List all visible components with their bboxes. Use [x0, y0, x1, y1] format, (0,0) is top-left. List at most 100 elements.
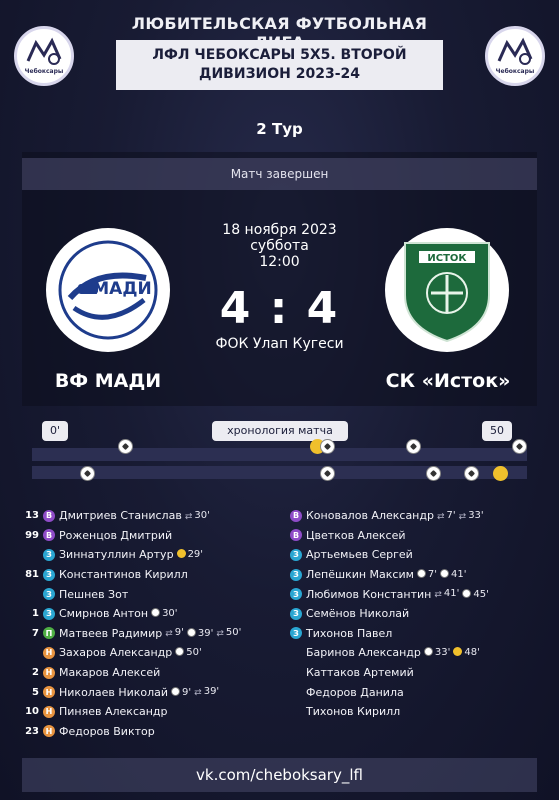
substitution-icon: ⇄ [165, 629, 173, 640]
position-badge: Н [43, 646, 55, 659]
timeline-title: хронология матча [212, 421, 348, 441]
league-logo-right: Чебоксары [485, 26, 545, 86]
home-lineup: 13 В Дмитриев Станислав ⇄ 30' 99 В Роженцов Дми… [22, 506, 292, 741]
madi-logo-text: МАДИ [92, 279, 151, 299]
away-player-row[interactable]: Баринов Александр 33' 48' [290, 643, 540, 663]
position-badge: Н [43, 705, 55, 718]
position-badge: В [43, 529, 55, 542]
away-team-logo[interactable]: ИСТОК [385, 228, 509, 352]
home-player-row[interactable]: З Зиннатуллин Артур 29' [22, 545, 292, 565]
home-player-row[interactable]: Н Захаров Александр 50' [22, 643, 292, 663]
home-player-row[interactable]: 99 В Роженцов Дмитрий [22, 526, 292, 546]
player-event: ⇄ 7' [437, 510, 456, 522]
player-name: Федоров Данила [306, 685, 404, 699]
timeline-away-goal-icon [464, 466, 479, 481]
timeline-home-goal-icon [512, 439, 527, 454]
position-badge: З [290, 627, 302, 640]
round-label: 2 Тур [256, 120, 303, 138]
player-number: 5 [32, 686, 39, 698]
event-minute: 45' [473, 588, 489, 600]
tournament-title: ЛФЛ ЧЕБОКСАРЫ 5Х5. ВТОРОЙ ДИВИЗИОН 2023-… [116, 40, 443, 90]
player-name: Федоров Виктор [59, 724, 155, 738]
position-badge: В [290, 509, 302, 522]
event-minute: 33' [468, 509, 484, 521]
madi-logo-icon: МАДИ [58, 240, 158, 340]
player-name: Любимов Константин [306, 587, 432, 601]
home-player-row[interactable]: 81 З Константинов Кирилл [22, 565, 292, 585]
player-name: Дмитриев Станислав [59, 509, 182, 523]
timeline-away-track [32, 466, 527, 481]
away-player-row[interactable]: Федоров Данила [290, 682, 540, 702]
player-event: 41' [440, 569, 467, 580]
home-team-name[interactable]: ВФ МАДИ [38, 370, 178, 392]
away-player-row[interactable]: З Лепёшкин Максим 7' 41' [290, 565, 540, 585]
footer-link[interactable]: vk.com/cheboksary_lfl [22, 758, 537, 792]
player-name: Тихонов Павел [306, 626, 393, 640]
home-player-row[interactable]: 13 В Дмитриев Станислав ⇄ 30' [22, 506, 292, 526]
league-logo-icon [26, 37, 62, 65]
player-event: ⇄ 39' [194, 686, 219, 698]
away-team-name[interactable]: СК «Исток» [370, 370, 526, 392]
goal-icon [423, 647, 433, 657]
match-status: Матч завершен [22, 158, 537, 190]
player-event: 50' [175, 647, 202, 658]
player-name: Семёнов Николай [306, 607, 410, 621]
player-name: Роженцов Дмитрий [59, 528, 173, 542]
home-team-logo[interactable]: МАДИ [46, 228, 170, 352]
away-player-row[interactable]: В Коновалов Александр ⇄ 7' ⇄ 33' [290, 506, 540, 526]
away-player-row[interactable]: З Тихонов Павел [290, 624, 540, 644]
player-event: ⇄ 33' [459, 510, 484, 522]
player-name: Коновалов Александр [306, 509, 434, 523]
home-player-row[interactable]: 5 Н Николаев Николай 9' ⇄ 39' [22, 682, 292, 702]
position-badge: З [43, 588, 55, 601]
event-minute: 9' [182, 686, 192, 698]
player-number: 1 [32, 608, 39, 620]
home-player-row[interactable]: 23 Н Федоров Виктор [22, 722, 292, 742]
away-lineup: В Коновалов Александр ⇄ 7' ⇄ 33' В Цветков Алек… [290, 506, 540, 722]
player-name: Пиняев Александр [59, 705, 168, 719]
player-number: 81 [25, 569, 39, 581]
league-logo-city: Чебоксары [24, 68, 64, 75]
home-player-row[interactable]: З Пешнев Зот [22, 584, 292, 604]
position-badge: Н [43, 725, 55, 738]
substitution-icon: ⇄ [194, 688, 202, 699]
player-name: Константинов Кирилл [59, 568, 188, 582]
event-minute: 39' [197, 627, 214, 639]
position-badge [290, 667, 302, 679]
player-event: 30' [151, 608, 178, 619]
away-player-row[interactable]: В Цветков Алексей [290, 526, 540, 546]
away-player-row[interactable]: Тихонов Кирилл [290, 702, 540, 722]
away-player-row[interactable]: Каттаков Артемий [290, 663, 540, 683]
player-event: 39' [186, 627, 214, 639]
header: Чебоксары ЛЮБИТЕЛЬСКАЯ ФУТБОЛЬНАЯ ЛИГА Л… [0, 0, 559, 110]
substitution-icon: ⇄ [458, 511, 467, 522]
player-name: Тихонов Кирилл [306, 705, 401, 719]
match-score: 4 : 4 [219, 283, 340, 334]
league-logo-left: Чебоксары [14, 26, 74, 86]
player-name: Зиннатуллин Артур [59, 548, 174, 562]
position-badge: З [290, 607, 302, 620]
position-badge: З [43, 607, 55, 620]
player-name: Артьемьев Сергей [306, 548, 413, 562]
home-player-row[interactable]: 1 З Смирнов Антон 30' [22, 604, 292, 624]
player-event: 29' [176, 549, 203, 560]
player-event: ⇄ 30' [185, 510, 210, 522]
position-badge: В [43, 509, 55, 522]
position-badge [290, 706, 302, 718]
position-badge: З [43, 548, 55, 561]
player-name: Николаев Николай [59, 685, 169, 699]
player-number: 99 [25, 529, 39, 541]
home-player-row[interactable]: 7 П Матвеев Радимир ⇄ 9' 39' ⇄ 50' [22, 624, 292, 644]
timeline-start-label: 0' [42, 421, 69, 441]
goal-icon [462, 588, 472, 598]
timeline-home-goal-icon [320, 439, 335, 454]
home-player-row[interactable]: 2 Н Макаров Алексей [22, 663, 292, 683]
home-player-row[interactable]: 10 Н Пиняев Александр [22, 702, 292, 722]
away-player-row[interactable]: З Семёнов Николай [290, 604, 540, 624]
event-minute: 39' [203, 686, 220, 698]
match-weekday: суббота [250, 238, 309, 254]
away-player-row[interactable]: З Артьемьев Сергей [290, 545, 540, 565]
timeline-away-goal-icon [320, 466, 335, 481]
player-event: ⇄ 50' [216, 627, 241, 639]
away-player-row[interactable]: З Любимов Константин ⇄ 41' 45' [290, 584, 540, 604]
